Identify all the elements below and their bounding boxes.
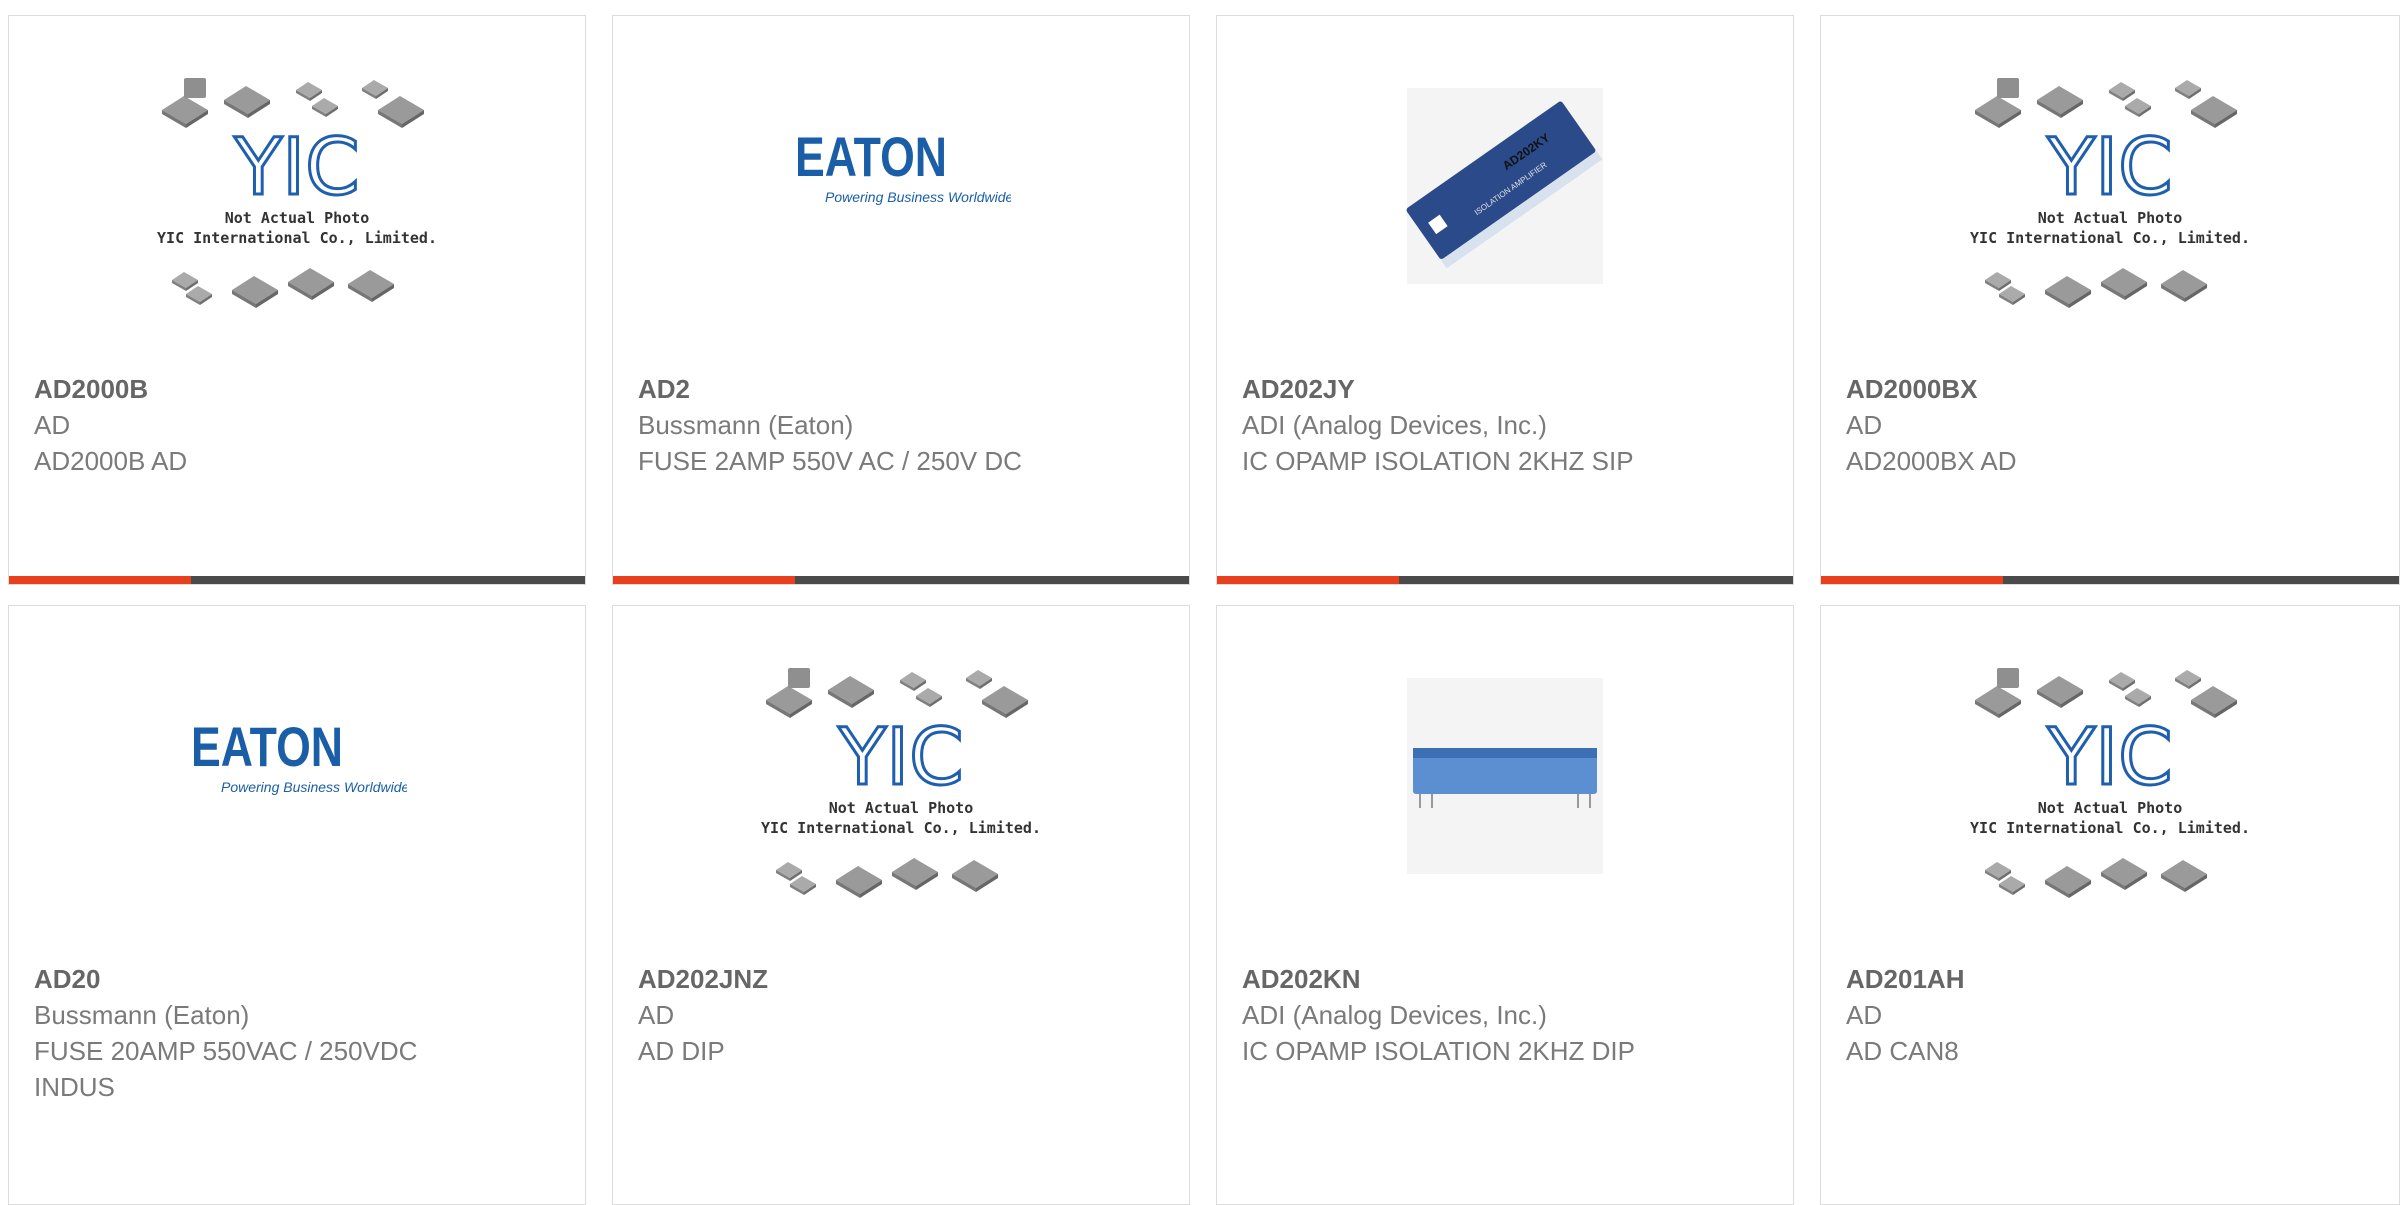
part-number[interactable]: AD202JNZ [638, 961, 1164, 997]
eaton-logo-image: EATON Powering Business Worldwide [795, 125, 1011, 205]
description: AD CAN8 [1846, 1036, 1959, 1066]
manufacturer: ADI (Analog Devices, Inc.) [1242, 410, 1547, 440]
product-image: AD202KY ISOLATION AMPLIFIER [1217, 76, 1793, 336]
yic-company-text: YIC International Co., Limited. [761, 819, 1041, 837]
product-image: YIC Not Actual Photo YIC International C… [1821, 76, 2399, 336]
product-image: YIC Not Actual Photo YIC International C… [613, 666, 1189, 926]
manufacturer: AD [1846, 1000, 1883, 1030]
product-image: YIC Not Actual Photo YIC International C… [1821, 666, 2399, 926]
description: FUSE 2AMP 550V AC / 250V DC [638, 446, 1022, 476]
part-number[interactable]: AD2000B [34, 371, 560, 407]
yic-logo: YIC [837, 713, 963, 803]
part-number[interactable]: AD20 [34, 961, 560, 997]
manufacturer: Bussmann (Eaton) [638, 410, 854, 440]
yic-logo: YIC [2046, 713, 2172, 803]
card-accent-bar [1821, 576, 2003, 584]
manufacturer: ADI (Analog Devices, Inc.) [1242, 1000, 1547, 1030]
yic-company-text: YIC International Co., Limited. [1970, 229, 2250, 247]
description: FUSE 20AMP 550VAC / 250VDC INDUS [34, 1036, 418, 1102]
card-accent-bar [9, 576, 191, 584]
eaton-tagline: Powering Business Worldwide [825, 189, 1011, 205]
product-info: AD201AH AD AD CAN8 [1846, 961, 2374, 1069]
product-info: AD202JNZ AD AD DIP [638, 961, 1164, 1069]
product-card[interactable]: YIC Not Actual Photo YIC International C… [612, 605, 1190, 1205]
eaton-logo-image: EATON Powering Business Worldwide [191, 715, 407, 795]
part-number[interactable]: AD201AH [1846, 961, 2374, 997]
eaton-logo: EATON [191, 715, 343, 778]
not-actual-photo-text: Not Actual Photo [2038, 799, 2183, 817]
not-actual-photo-text: Not Actual Photo [2038, 209, 2183, 227]
yic-placeholder-image: YIC Not Actual Photo YIC International C… [761, 668, 1041, 898]
card-bottom-bar [1217, 576, 1793, 584]
product-card[interactable]: EATON Powering Business Worldwide AD20 B… [8, 605, 586, 1205]
yic-placeholder-image: YIC Not Actual Photo YIC International C… [157, 78, 437, 308]
card-bottom-bar [9, 576, 585, 584]
product-card[interactable]: YIC Not Actual Photo YIC International C… [1820, 605, 2400, 1205]
part-number[interactable]: AD202KN [1242, 961, 1768, 997]
product-info: AD202JY ADI (Analog Devices, Inc.) IC OP… [1242, 371, 1768, 479]
product-card[interactable]: YIC Not Actual Photo YIC International C… [8, 15, 586, 585]
not-actual-photo-text: Not Actual Photo [225, 209, 370, 227]
product-image: EATON Powering Business Worldwide [613, 76, 1189, 336]
yic-placeholder-image: YIC Not Actual Photo YIC International C… [1970, 668, 2250, 898]
description: IC OPAMP ISOLATION 2KHZ SIP [1242, 446, 1634, 476]
product-image: YIC Not Actual Photo YIC International C… [9, 76, 585, 336]
part-number[interactable]: AD2 [638, 371, 1164, 407]
not-actual-photo-text: Not Actual Photo [829, 799, 974, 817]
product-info: AD20 Bussmann (Eaton) FUSE 20AMP 550VAC … [34, 961, 560, 1105]
part-number[interactable]: AD202JY [1242, 371, 1768, 407]
yic-logo: YIC [233, 123, 359, 213]
product-card[interactable]: AD202KN ADI (Analog Devices, Inc.) IC OP… [1216, 605, 1794, 1205]
yic-placeholder-image: YIC Not Actual Photo YIC International C… [1970, 78, 2250, 308]
description: AD2000BX AD [1846, 446, 2017, 476]
product-card[interactable]: EATON Powering Business Worldwide AD2 Bu… [612, 15, 1190, 585]
description: AD2000B AD [34, 446, 188, 476]
manufacturer: AD [638, 1000, 675, 1030]
product-info: AD2 Bussmann (Eaton) FUSE 2AMP 550V AC /… [638, 371, 1164, 479]
part-number[interactable]: AD2000BX [1846, 371, 2374, 407]
yic-logo: YIC [2046, 123, 2172, 213]
card-bottom-bar [1821, 576, 2399, 584]
eaton-logo: EATON [795, 125, 947, 188]
card-accent-bar [1217, 576, 1399, 584]
product-grid: YIC Not Actual Photo YIC International C… [0, 0, 2400, 1205]
product-card[interactable]: YIC Not Actual Photo YIC International C… [1820, 15, 2400, 585]
card-accent-bar [613, 576, 795, 584]
description: IC OPAMP ISOLATION 2KHZ DIP [1242, 1036, 1635, 1066]
eaton-tagline: Powering Business Worldwide [221, 779, 407, 795]
product-image: EATON Powering Business Worldwide [9, 666, 585, 926]
product-image [1217, 666, 1793, 926]
yic-company-text: YIC International Co., Limited. [1970, 819, 2250, 837]
product-info: AD202KN ADI (Analog Devices, Inc.) IC OP… [1242, 961, 1768, 1069]
product-info: AD2000B AD AD2000B AD [34, 371, 560, 479]
card-bottom-bar [613, 576, 1189, 584]
product-info: AD2000BX AD AD2000BX AD [1846, 371, 2374, 479]
ic-sip-photo: AD202KY ISOLATION AMPLIFIER [1406, 88, 1603, 284]
product-card[interactable]: AD202KY ISOLATION AMPLIFIER AD202JY ADI … [1216, 15, 1794, 585]
manufacturer: Bussmann (Eaton) [34, 1000, 250, 1030]
ic-dip-photo [1407, 678, 1603, 874]
manufacturer: AD [34, 410, 71, 440]
description: AD DIP [638, 1036, 725, 1066]
manufacturer: AD [1846, 410, 1883, 440]
yic-company-text: YIC International Co., Limited. [157, 229, 437, 247]
